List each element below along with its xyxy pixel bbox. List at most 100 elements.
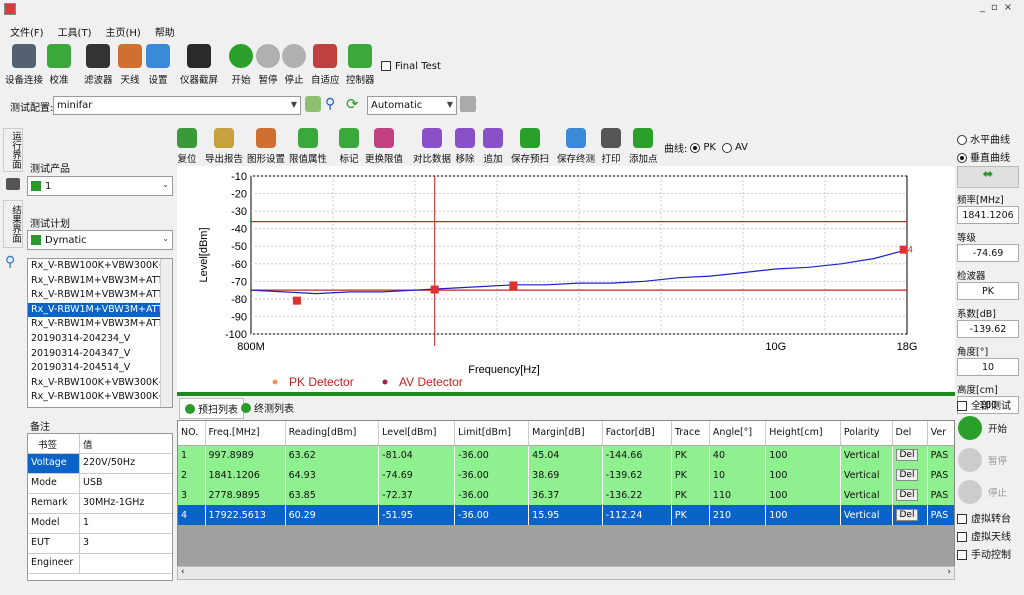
list-item[interactable]: 20190314-204514_V <box>28 361 172 376</box>
delete-button[interactable]: Del <box>895 509 919 521</box>
table-row[interactable]: 4 17922.5613 60.29 -51.95 -36.00 15.95 -112.24… <box>178 505 954 525</box>
search-icon[interactable]: ⚲ <box>5 254 15 270</box>
menu-help[interactable]: 帮助 <box>155 24 175 39</box>
prop-row[interactable]: Remark 30MHz-1GHz <box>28 494 172 514</box>
swap-arrows-icon[interactable]: ⬌ <box>957 166 1019 188</box>
toolbar-button-2[interactable]: 滤波器 <box>84 44 113 86</box>
column-header[interactable]: Level[dBm] <box>378 421 456 446</box>
full-test-checkbox[interactable]: 全部测试 <box>957 397 1011 412</box>
chart-toolbar-button-2[interactable]: 图形设置 <box>247 128 285 165</box>
virtual-antenna-checkbox[interactable]: 虚拟天线 <box>957 528 1011 543</box>
column-header[interactable]: Margin[dB] <box>528 421 603 446</box>
prop-row[interactable]: Model 1 <box>28 514 172 534</box>
table-cell[interactable]: Del <box>892 465 928 485</box>
manual-control-checkbox[interactable]: 手动控制 <box>957 546 1011 561</box>
virtual-turntable-checkbox[interactable]: 虚拟转台 <box>957 510 1011 525</box>
list-item[interactable]: Rx_V-RBW1M+VBW3M+ATT_ <box>28 317 172 332</box>
column-header[interactable]: Height[cm] <box>765 421 841 446</box>
chart-toolbar-button-0[interactable]: 复位 <box>177 128 197 165</box>
column-header[interactable]: Freq.[MHz] <box>205 421 286 446</box>
av-radio[interactable] <box>721 142 732 153</box>
tab-final[interactable]: 终测列表 <box>241 400 294 415</box>
column-header[interactable]: Angle[°] <box>709 421 767 446</box>
tab-result[interactable]: 结果界面 <box>3 200 23 248</box>
menu-home[interactable]: 主页(H) <box>105 24 140 39</box>
chart-toolbar-button-11[interactable]: 打印 <box>601 128 621 165</box>
toolbar-button-1[interactable]: 校准 <box>47 44 71 86</box>
v-curve-option[interactable]: 垂直曲线 <box>957 149 1010 164</box>
toolbar-button-3[interactable]: 天线 <box>118 44 142 86</box>
chart-toolbar-button-7[interactable]: 移除 <box>455 128 475 165</box>
h-curve-option[interactable]: 水平曲线 <box>957 131 1010 146</box>
edit-icon[interactable] <box>305 96 321 112</box>
start-button[interactable]: 开始 <box>958 416 1007 440</box>
column-header[interactable]: Ver <box>927 421 954 446</box>
list-item[interactable]: 20190314-204234_V <box>28 332 172 347</box>
list-item[interactable]: Rx_V-RBW100K+VBW300K+A <box>28 390 172 405</box>
table-cell[interactable]: Del <box>892 485 928 505</box>
toolbar-button-7[interactable]: 暂停 <box>256 44 280 86</box>
table-row[interactable]: 1 997.8989 63.62 -81.04 -36.00 45.04 -144.66 PK… <box>178 445 954 465</box>
marker-point[interactable] <box>899 245 908 254</box>
menu-tools[interactable]: 工具(T) <box>58 24 92 39</box>
horizontal-scrollbar[interactable]: ‹ › <box>177 566 955 580</box>
chart-toolbar-button-6[interactable]: 对比数据 <box>413 128 451 165</box>
list-item[interactable]: Rx_V-RBW1M+VBW3M+ATT_ <box>28 302 172 318</box>
table-cell[interactable]: Del <box>892 445 928 465</box>
table-row[interactable]: 2 1841.1206 64.93 -74.69 -36.00 38.69 -139.62 P… <box>178 465 954 485</box>
scroll-right-icon[interactable]: › <box>947 567 951 577</box>
chart-toolbar-button-4[interactable]: 标记 <box>339 128 359 165</box>
delete-button[interactable]: Del <box>895 469 919 481</box>
prop-row[interactable]: EUT 3 <box>28 534 172 554</box>
column-header[interactable]: Del <box>892 421 928 446</box>
table-row[interactable]: 3 2778.9895 63.85 -72.37 -36.00 36.37 -136.22 P… <box>178 485 954 505</box>
prop-row[interactable]: Voltage 220V/50Hz <box>28 454 172 474</box>
prop-row[interactable]: Mode USB <box>28 474 172 494</box>
toolbar-button-10[interactable]: 控制器 <box>346 44 375 86</box>
column-header[interactable]: Limit[dBm] <box>454 421 530 446</box>
product-select[interactable]: 1 ⌄ <box>27 176 173 196</box>
chart-toolbar-button-12[interactable]: 添加点 <box>629 128 658 165</box>
search-icon[interactable]: ⚲ <box>325 96 341 112</box>
toolbar-button-5[interactable]: 仪器截屏 <box>180 44 218 86</box>
marker-point[interactable] <box>509 281 518 290</box>
chart-toolbar-button-10[interactable]: 保存终测 <box>557 128 595 165</box>
list-item[interactable]: Rx_V-RBW100K+VBW300K+A <box>28 376 172 391</box>
column-header[interactable]: Trace <box>671 421 710 446</box>
list-item[interactable]: Rx_V-RBW1M+VBW3M+ATT_( <box>28 288 172 303</box>
test-plan-list[interactable]: Rx_V-RBW100K+VBW300K+A Rx_V-RBW1M+VBW3M+A… <box>27 258 173 408</box>
toolbar-button-8[interactable]: 停止 <box>282 44 306 86</box>
chart-toolbar-button-8[interactable]: 追加 <box>483 128 503 165</box>
column-header[interactable]: Reading[dBm] <box>285 421 380 446</box>
toolbar-button-0[interactable]: 设备连接 <box>5 44 43 86</box>
list-item[interactable]: 20190314-204347_V <box>28 347 172 362</box>
scroll-left-icon[interactable]: ‹ <box>181 567 185 577</box>
chart-toolbar-button-3[interactable]: 限值属性 <box>289 128 327 165</box>
pause-button[interactable]: 暂停 <box>958 448 1007 472</box>
list-item[interactable]: Rx_V-RBW100K+VBW300K+A <box>28 259 172 274</box>
marker-point[interactable] <box>430 285 439 294</box>
marker-point[interactable] <box>292 296 301 305</box>
chart-toolbar-button-1[interactable]: 导出报告 <box>205 128 243 165</box>
settings-icon[interactable] <box>460 96 476 112</box>
menu-file[interactable]: 文件(F) <box>10 24 44 39</box>
delete-button[interactable]: Del <box>895 449 919 462</box>
toolbar-button-4[interactable]: 设置 <box>146 44 170 86</box>
toolbar-button-6[interactable]: 开始 <box>229 44 253 86</box>
chart-toolbar-button-9[interactable]: 保存预扫 <box>511 128 549 165</box>
column-header[interactable]: Factor[dB] <box>602 421 672 446</box>
stop-button[interactable]: 停止 <box>958 480 1007 504</box>
restore-button[interactable]: ▫ <box>991 2 998 16</box>
minimize-button[interactable]: _ <box>980 2 985 16</box>
close-button[interactable]: × <box>1004 2 1012 16</box>
config-select[interactable]: minifar ▼ <box>53 96 301 115</box>
tab-run[interactable]: 运行界面 <box>3 128 23 172</box>
column-header[interactable]: NO. <box>178 421 206 446</box>
toolbar-button-9[interactable]: 自适应 <box>311 44 340 86</box>
chart-toolbar-button-5[interactable]: 更换限值 <box>365 128 403 165</box>
pk-radio[interactable] <box>690 142 701 153</box>
plan-select[interactable]: Dymatic ⌄ <box>27 230 173 250</box>
spectrum-chart[interactable]: -10 -20 -30 -40 -50 -60 -70 -80 -90 -100800M 10G 18… <box>177 166 955 392</box>
list-item[interactable]: Rx_V-RBW1M+VBW3M+ATT_ <box>28 274 172 289</box>
mode-select[interactable]: Automatic ▼ <box>367 96 457 115</box>
